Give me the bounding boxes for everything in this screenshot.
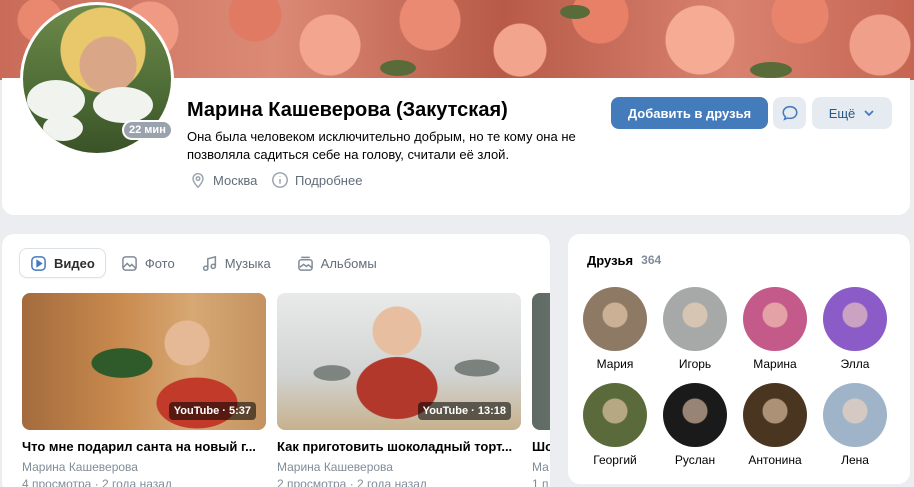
video-title[interactable]: Шо [532,439,550,454]
video-icon [31,255,46,271]
video-title[interactable]: Как приготовить шоколадный торт... [277,439,521,454]
friend-name[interactable]: Мария [575,357,655,371]
friend-item[interactable]: Элла [815,287,895,371]
friend-avatar[interactable] [663,383,727,447]
friend-avatar[interactable] [743,383,807,447]
friend-avatar[interactable] [583,383,647,447]
friend-avatar[interactable] [663,287,727,351]
video-card[interactable]: YouTube · 5:37 Что мне подарил санта на … [22,293,266,487]
video-author[interactable]: Марина Кашеверова [277,460,521,474]
friends-card: Друзья 364 Мария Игорь Марина Элла Георгий Ру… [568,234,910,484]
media-card: Видео Фото Музыка Альбомы YouTube · 5:37… [2,234,550,487]
video-title[interactable]: Что мне подарил санта на новый г... [22,439,266,454]
friend-item[interactable]: Марина [735,287,815,371]
profile-city[interactable]: Москва [189,171,257,189]
tab-albums[interactable]: Альбомы [287,249,387,277]
profile-status: Она была человеком исключительно добрым,… [187,129,576,162]
friend-name[interactable]: Лена [815,453,895,467]
friend-item[interactable]: Антонина [735,383,815,467]
profile-name: Марина Кашеверова (Закутская) [187,99,508,121]
friends-count: 364 [641,253,662,267]
video-thumbnail[interactable]: YouTube · 5:37 [22,293,266,430]
add-friend-button[interactable]: Добавить в друзья [611,97,768,129]
friend-item[interactable]: Георгий [575,383,655,467]
message-icon [781,105,798,121]
friend-item[interactable]: Мария [575,287,655,371]
video-duration: YouTube · 5:37 [168,402,256,420]
video-duration: YouTube · 13:18 [417,402,511,420]
friend-avatar[interactable] [743,287,807,351]
tab-video[interactable]: Видео [20,249,105,277]
friend-name[interactable]: Игорь [655,357,735,371]
friend-name[interactable]: Руслан [655,453,735,467]
friend-item[interactable]: Лена [815,383,895,467]
video-stats: 2 просмотра · 2 года назад [277,477,427,487]
tab-photo[interactable]: Фото [111,249,185,277]
video-stats: 1 п [532,477,549,487]
video-card[interactable]: Шо Ма 1 п [532,293,550,487]
profile-more-info[interactable]: Подробнее [271,171,362,189]
video-thumbnail[interactable] [532,293,550,430]
friend-name[interactable]: Марина [735,357,815,371]
video-card[interactable]: YouTube · 13:18 Как приготовить шоколадн… [277,293,521,487]
friend-avatar[interactable] [823,383,887,447]
album-icon [297,256,313,271]
location-icon [192,173,204,189]
media-tabs: Видео Фото Музыка Альбомы [20,249,387,277]
online-badge: 22 мин [122,120,173,140]
friend-avatar[interactable] [823,287,887,351]
tab-music[interactable]: Музыка [191,249,281,277]
message-button[interactable] [773,97,806,129]
music-icon [202,255,216,271]
friend-item[interactable]: Игорь [655,287,735,371]
video-thumbnail[interactable]: YouTube · 13:18 [277,293,521,430]
photo-icon [121,255,137,271]
video-stats: 4 просмотра · 2 года назад [22,477,172,487]
friend-item[interactable]: Руслан [655,383,735,467]
video-author[interactable]: Марина Кашеверова [22,460,266,474]
video-author[interactable]: Ма [532,460,550,474]
info-icon [272,172,288,188]
more-button[interactable]: Ещё [812,97,892,129]
chevron-down-icon [864,110,874,117]
friend-name[interactable]: Георгий [575,453,655,467]
friend-name[interactable]: Элла [815,357,895,371]
friends-header[interactable]: Друзья 364 [587,253,661,268]
friend-name[interactable]: Антонина [735,453,815,467]
friend-avatar[interactable] [583,287,647,351]
